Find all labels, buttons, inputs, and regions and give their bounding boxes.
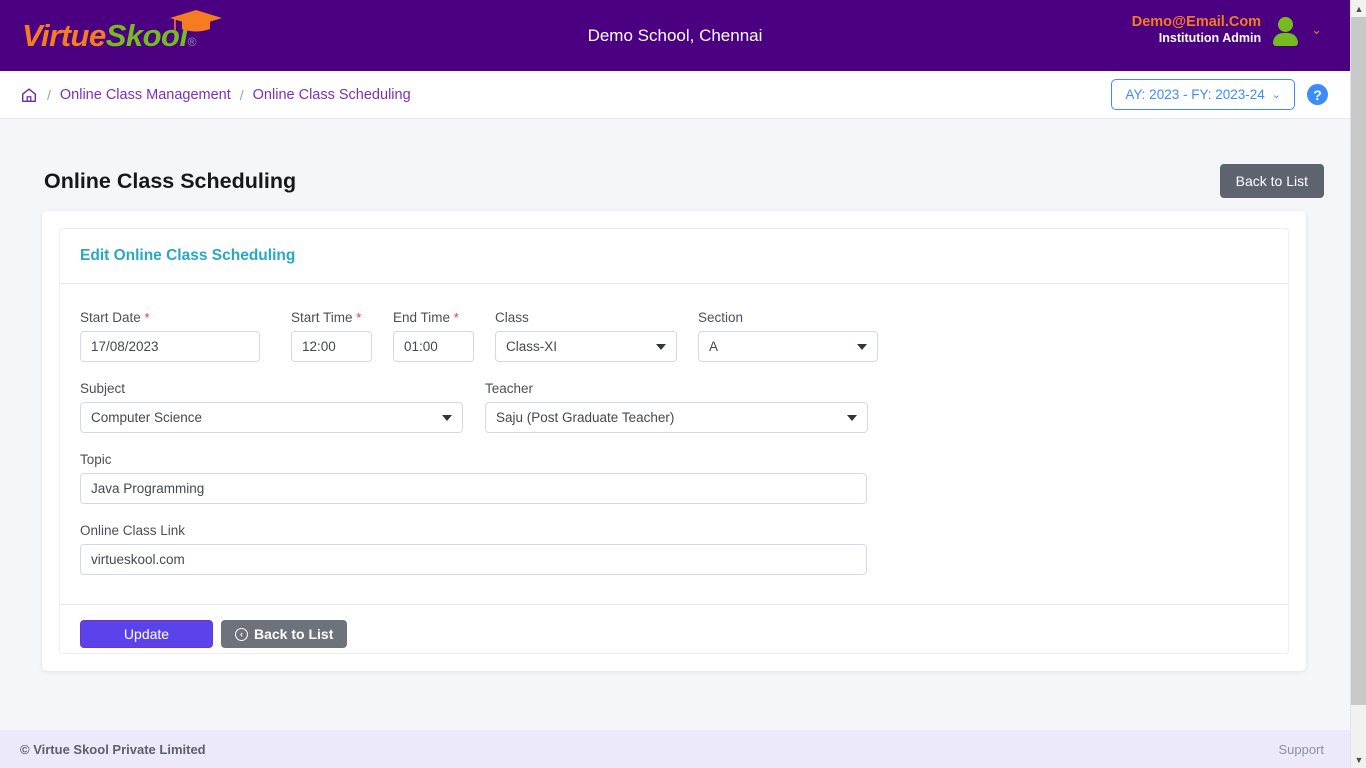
arrow-left-circle-icon: ‹ bbox=[235, 627, 248, 641]
field-end-time: End Time * bbox=[393, 310, 474, 362]
footer-support-link[interactable]: Support bbox=[1278, 742, 1324, 757]
breadcrumb-item-online-class-scheduling[interactable]: Online Class Scheduling bbox=[253, 87, 411, 103]
user-role: Institution Admin bbox=[1158, 31, 1262, 46]
avatar-head-icon bbox=[1278, 16, 1294, 32]
label-subject: Subject bbox=[80, 381, 126, 396]
form-panel: Edit Online Class Scheduling Start Date … bbox=[59, 228, 1289, 654]
label-class: Class bbox=[495, 310, 529, 325]
label-topic: Topic bbox=[80, 452, 112, 467]
label-start-date-text: Start Date bbox=[80, 310, 141, 325]
brand-registered-mark: ® bbox=[187, 35, 197, 49]
form-card: Edit Online Class Scheduling Start Date … bbox=[42, 211, 1306, 671]
online-class-link-input[interactable] bbox=[80, 544, 867, 575]
scrollbar-up-arrow-icon[interactable]: ▲ bbox=[1351, 0, 1366, 17]
brand-virtue-text: Virtue bbox=[22, 18, 106, 53]
form-panel-header: Edit Online Class Scheduling bbox=[60, 229, 1288, 284]
label-teacher: Teacher bbox=[485, 381, 534, 396]
form-row-3: Topic bbox=[80, 452, 1268, 523]
field-teacher: Teacher Saju (Post Graduate Teacher) bbox=[485, 381, 868, 433]
label-end-time-text: End Time bbox=[393, 310, 451, 325]
breadcrumb-item-online-class-management[interactable]: Online Class Management bbox=[60, 87, 231, 103]
form-actions: Update ‹ Back to List bbox=[60, 604, 1288, 663]
chevron-down-icon[interactable]: ⌄ bbox=[1311, 23, 1322, 36]
back-to-list-top-button[interactable]: Back to List bbox=[1219, 164, 1324, 198]
form-row-1: Start Date * Start Time * bbox=[80, 310, 1268, 381]
chevron-down-icon bbox=[847, 414, 857, 421]
field-start-date: Start Date * bbox=[80, 310, 260, 362]
user-menu[interactable]: Demo@Email.Com Institution Admin ⌄ bbox=[1132, 13, 1322, 47]
teacher-select[interactable]: Saju (Post Graduate Teacher) bbox=[485, 402, 868, 433]
chevron-down-icon: ⌄ bbox=[1271, 89, 1281, 101]
avatar-body-icon bbox=[1273, 32, 1299, 46]
required-marker: * bbox=[144, 310, 150, 325]
form-row-2: Subject Computer Science Teacher Saju (P… bbox=[80, 381, 1268, 452]
end-time-input[interactable] bbox=[393, 331, 474, 362]
label-start-time-text: Start Time bbox=[291, 310, 353, 325]
label-start-time: Start Time * bbox=[291, 310, 372, 325]
label-start-date: Start Date * bbox=[80, 310, 260, 325]
user-info: Demo@Email.Com Institution Admin bbox=[1132, 13, 1261, 47]
update-button[interactable]: Update bbox=[80, 620, 213, 648]
breadcrumb-bar: / Online Class Management / Online Class… bbox=[0, 71, 1350, 119]
academic-year-selector[interactable]: AY: 2023 - FY: 2023-24 ⌄ bbox=[1111, 79, 1295, 110]
field-online-class-link: Online Class Link bbox=[80, 523, 867, 575]
start-date-input[interactable] bbox=[80, 331, 260, 362]
required-marker: * bbox=[453, 310, 459, 325]
section-select[interactable]: A bbox=[698, 331, 878, 362]
graduation-cap-icon bbox=[170, 10, 222, 32]
subject-select-value: Computer Science bbox=[91, 410, 203, 425]
footer-copyright: © Virtue Skool Private Limited bbox=[20, 741, 206, 757]
breadcrumb-separator-1: / bbox=[47, 86, 51, 103]
chevron-down-icon bbox=[656, 343, 666, 350]
top-header-bar: VirtueSkool® Demo School, Chennai Demo@E… bbox=[0, 0, 1350, 71]
topic-input[interactable] bbox=[80, 473, 867, 504]
back-to-list-label: Back to List bbox=[254, 626, 334, 642]
class-select[interactable]: Class-XI bbox=[495, 331, 677, 362]
label-end-time: End Time * bbox=[393, 310, 474, 325]
breadcrumb-separator-2: / bbox=[239, 86, 244, 103]
subject-select[interactable]: Computer Science bbox=[80, 402, 463, 433]
breadcrumb: / Online Class Management / Online Class… bbox=[20, 86, 411, 104]
scrollbar-thumb[interactable] bbox=[1351, 17, 1366, 705]
field-section: Section A bbox=[698, 310, 878, 362]
required-marker: * bbox=[356, 310, 362, 325]
breadcrumb-right-controls: AY: 2023 - FY: 2023-24 ⌄ ? bbox=[1111, 79, 1328, 110]
vertical-scrollbar[interactable]: ▲ ▼ bbox=[1350, 0, 1366, 768]
academic-year-label: AY: 2023 - FY: 2023-24 bbox=[1125, 87, 1265, 102]
teacher-select-value: Saju (Post Graduate Teacher) bbox=[496, 410, 675, 425]
user-email: Demo@Email.Com bbox=[1131, 14, 1262, 30]
page-title: Online Class Scheduling bbox=[44, 168, 297, 193]
field-subject: Subject Computer Science bbox=[80, 381, 463, 433]
app-root: VirtueSkool® Demo School, Chennai Demo@E… bbox=[0, 0, 1350, 768]
form-body: Start Date * Start Time * bbox=[60, 284, 1288, 604]
class-select-value: Class-XI bbox=[506, 339, 558, 354]
label-section: Section bbox=[698, 310, 744, 325]
page-footer: © Virtue Skool Private Limited Support bbox=[0, 730, 1350, 768]
start-time-input[interactable] bbox=[291, 331, 372, 362]
chevron-down-icon bbox=[857, 343, 867, 350]
page-header: Online Class Scheduling Back to List bbox=[0, 119, 1350, 211]
form-panel-title: Edit Online Class Scheduling bbox=[80, 247, 296, 264]
field-class: Class Class-XI bbox=[495, 310, 677, 362]
back-to-list-button[interactable]: ‹ Back to List bbox=[221, 620, 348, 648]
brand-logo[interactable]: VirtueSkool® bbox=[0, 0, 222, 71]
scrollbar-down-arrow-icon[interactable]: ▼ bbox=[1351, 751, 1366, 768]
help-icon[interactable]: ? bbox=[1307, 84, 1328, 105]
field-topic: Topic bbox=[80, 452, 867, 504]
home-icon[interactable] bbox=[20, 86, 38, 104]
chevron-down-icon bbox=[442, 414, 452, 421]
label-online-class-link: Online Class Link bbox=[80, 523, 186, 538]
field-start-time: Start Time * bbox=[291, 310, 372, 362]
form-row-4: Online Class Link bbox=[80, 523, 1268, 594]
section-select-value: A bbox=[709, 339, 719, 354]
avatar[interactable] bbox=[1273, 15, 1299, 46]
